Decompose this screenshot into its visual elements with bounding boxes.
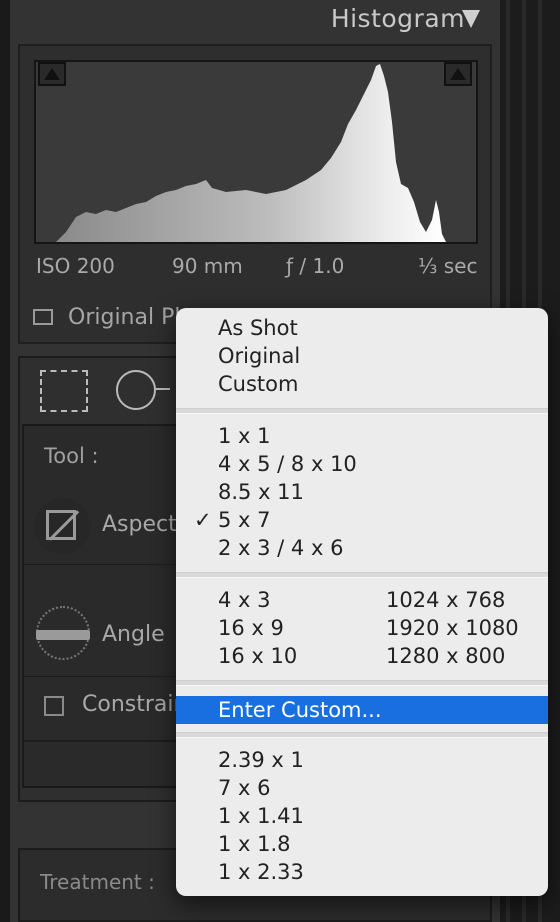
checkmark-icon: ✓ [194, 508, 212, 532]
menu-item-1x1[interactable]: 1 x 1 [218, 424, 271, 448]
exif-shutter: ⅓ sec [418, 254, 478, 278]
original-photo-checkbox[interactable] [33, 309, 53, 325]
aspect-label: Aspect [102, 512, 177, 537]
spot-removal-tool-icon[interactable] [116, 370, 156, 410]
shadow-clipping-toggle[interactable] [38, 62, 66, 86]
menu-item-1x1-41[interactable]: 1 x 1.41 [218, 804, 304, 828]
menu-separator [176, 408, 548, 414]
menu-item-4x5[interactable]: 4 x 5 / 8 x 10 [218, 452, 357, 476]
exif-focal-length: 90 mm [172, 254, 243, 278]
constrain-label: Constrain [82, 692, 188, 717]
straighten-level-icon[interactable] [36, 606, 90, 660]
exif-aperture: ƒ / 1.0 [286, 254, 345, 278]
divider [24, 676, 184, 677]
histogram-graph [34, 60, 478, 244]
angle-label: Angle [102, 622, 165, 647]
menu-item-1x2-33[interactable]: 1 x 2.33 [218, 860, 304, 884]
menu-item-16x10[interactable]: 16 x 10 [218, 644, 297, 668]
exif-iso: ISO 200 [36, 254, 115, 278]
aspect-lock-icon[interactable] [34, 498, 90, 554]
spot-arrow-icon [156, 388, 170, 390]
collapse-triangle-icon[interactable] [462, 10, 480, 28]
menu-item-8-5x11[interactable]: 8.5 x 11 [218, 480, 304, 504]
crop-overlay-tool-icon[interactable] [40, 370, 88, 412]
menu-item-7x6[interactable]: 7 x 6 [218, 776, 271, 800]
menu-item-1x1-8[interactable]: 1 x 1.8 [218, 832, 291, 856]
menu-item-1280x800[interactable]: 1280 x 800 [386, 644, 505, 668]
menu-item-5x7[interactable]: 5 x 7 [218, 508, 271, 532]
treatment-label: Treatment : [40, 870, 155, 894]
menu-separator [176, 572, 548, 578]
menu-separator [176, 732, 548, 738]
menu-item-as-shot[interactable]: As Shot [218, 316, 298, 340]
menu-item-16x9[interactable]: 16 x 9 [218, 616, 284, 640]
left-edge [0, 0, 10, 922]
menu-item-4x3[interactable]: 4 x 3 [218, 588, 271, 612]
menu-separator [176, 680, 548, 686]
menu-item-1024x768[interactable]: 1024 x 768 [386, 588, 505, 612]
menu-item-enter-custom[interactable]: Enter Custom... [218, 696, 382, 724]
menu-item-enter-custom-highlight[interactable]: Enter Custom... [176, 696, 548, 724]
menu-item-2-39x1[interactable]: 2.39 x 1 [218, 748, 304, 772]
menu-item-1920x1080[interactable]: 1920 x 1080 [386, 616, 519, 640]
panel-footer [24, 740, 194, 788]
menu-item-custom[interactable]: Custom [218, 372, 298, 396]
aspect-ratio-menu: As Shot Original Custom 1 x 1 4 x 5 / 8 … [176, 308, 548, 896]
constrain-checkbox[interactable] [44, 696, 64, 716]
original-photo-label: Original Ph [68, 305, 189, 330]
tool-label: Tool : [44, 444, 99, 468]
highlight-clipping-toggle[interactable] [444, 62, 472, 86]
menu-item-2x3[interactable]: 2 x 3 / 4 x 6 [218, 536, 343, 560]
divider [24, 564, 184, 565]
histogram-title[interactable]: Histogram [331, 4, 465, 33]
menu-item-original[interactable]: Original [218, 344, 300, 368]
